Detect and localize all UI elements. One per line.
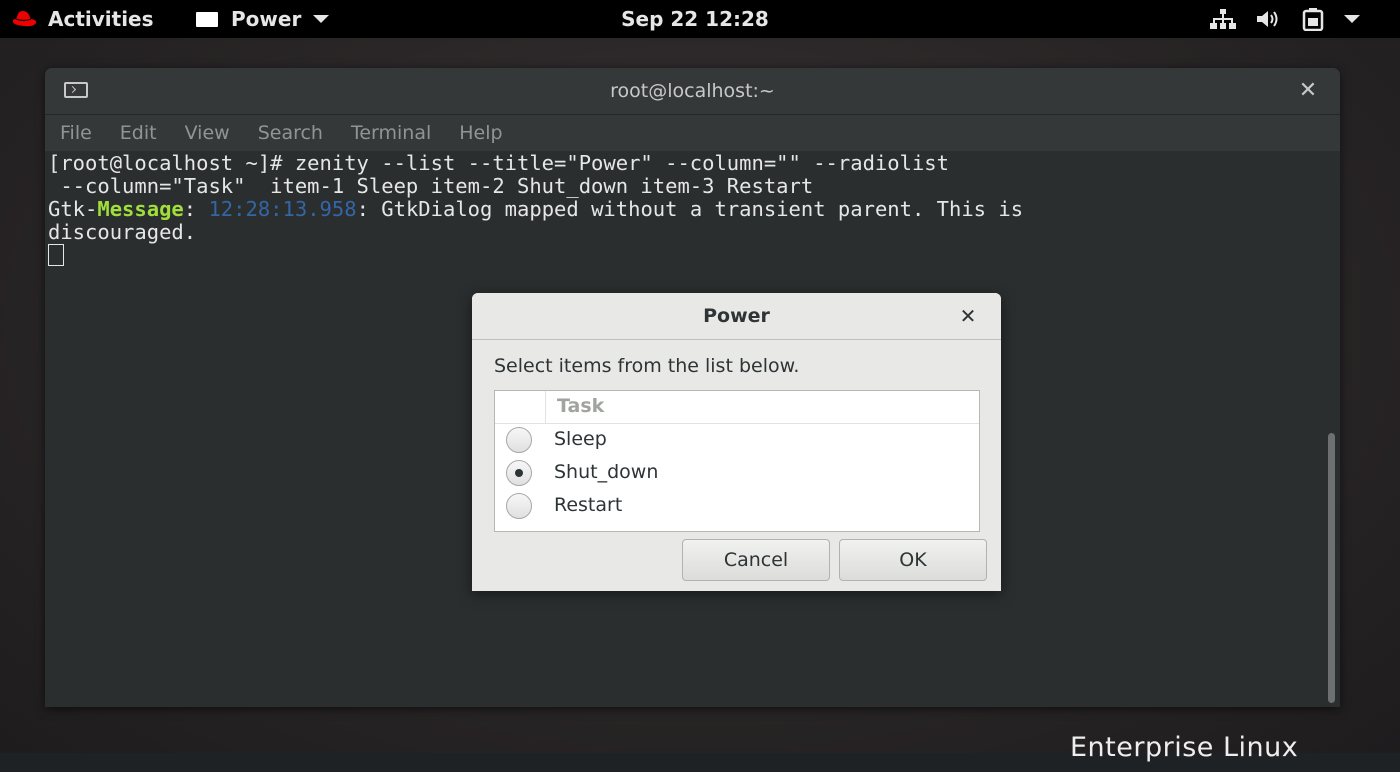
gtk-message-keyword: Message — [97, 197, 184, 221]
chevron-down-icon — [313, 15, 330, 23]
list-item-label: Sleep — [554, 428, 607, 450]
list-item-label: Restart — [554, 494, 623, 516]
list-item-restart[interactable]: Restart — [495, 489, 979, 522]
scrollbar-thumb[interactable] — [1328, 433, 1335, 703]
terminal-line: discouraged. — [48, 220, 197, 244]
radio-column-header[interactable] — [495, 391, 546, 423]
activities-button[interactable]: Activities — [10, 0, 154, 38]
network-icon — [1210, 9, 1236, 29]
close-icon[interactable]: ✕ — [1293, 76, 1323, 106]
list-item-sleep[interactable]: Sleep — [495, 423, 979, 456]
radio-button[interactable] — [506, 493, 532, 519]
menu-search[interactable]: Search — [258, 122, 323, 144]
radio-button[interactable] — [506, 460, 532, 486]
list-item-shut-down[interactable]: Shut_down — [495, 456, 979, 489]
menu-help[interactable]: Help — [459, 122, 502, 144]
dialog-titlebar[interactable]: Power ✕ — [472, 293, 1001, 340]
radio-button[interactable] — [506, 427, 532, 453]
activities-label: Activities — [48, 7, 154, 31]
dialog-title: Power — [703, 305, 770, 327]
app-menu-button[interactable]: Power — [195, 0, 330, 38]
terminal-titlebar[interactable]: root@localhost:~ ✕ — [45, 68, 1340, 115]
battery-icon — [1302, 8, 1324, 31]
text-cursor — [48, 244, 64, 266]
clock[interactable]: Sep 22 12:28 — [621, 7, 769, 31]
list-header: Task — [495, 391, 979, 424]
ok-button[interactable]: OK — [839, 539, 987, 581]
app-menu-label: Power — [231, 7, 302, 31]
top-bar: Activities Power Sep 22 12:28 — [0, 0, 1400, 38]
terminal-title: root@localhost:~ — [610, 80, 775, 102]
redhat-logo-icon — [12, 11, 37, 27]
close-icon[interactable]: ✕ — [952, 301, 984, 331]
dialog-prompt: Select items from the list below. — [494, 355, 800, 377]
menu-terminal[interactable]: Terminal — [351, 122, 431, 144]
app-window-icon — [196, 12, 218, 27]
task-list[interactable]: Task Sleep Shut_down Restart — [494, 390, 980, 532]
menu-file[interactable]: File — [60, 122, 92, 144]
terminal-menubar: File Edit View Search Terminal Help — [45, 115, 1340, 151]
volume-icon — [1257, 11, 1278, 27]
terminal-line: --column="Task" item-1 Sleep item-2 Shut… — [48, 174, 814, 198]
terminal-line: [root@localhost ~]# zenity --list --titl… — [48, 151, 949, 175]
gtk-prefix: Gtk- — [48, 197, 98, 221]
cancel-button[interactable]: Cancel — [682, 539, 830, 581]
system-tray[interactable] — [1210, 0, 1360, 38]
menu-view[interactable]: View — [185, 122, 230, 144]
terminal-line: Gtk-Message: 12:28:13.958: GtkDialog map… — [48, 198, 1321, 221]
system-menu-chevron-icon — [1344, 15, 1360, 23]
list-item-label: Shut_down — [554, 461, 659, 483]
power-dialog[interactable]: Power ✕ Select items from the list below… — [472, 293, 1001, 591]
brand-text: Enterprise Linux — [1070, 732, 1299, 763]
separator: : — [183, 197, 209, 221]
terminal-line — [48, 244, 1321, 267]
menu-edit[interactable]: Edit — [120, 122, 157, 144]
task-column-header[interactable]: Task — [557, 391, 604, 423]
message-text: : GtkDialog mapped without a transient p… — [356, 197, 1024, 221]
timestamp: 12:28:13.958 — [208, 197, 357, 221]
